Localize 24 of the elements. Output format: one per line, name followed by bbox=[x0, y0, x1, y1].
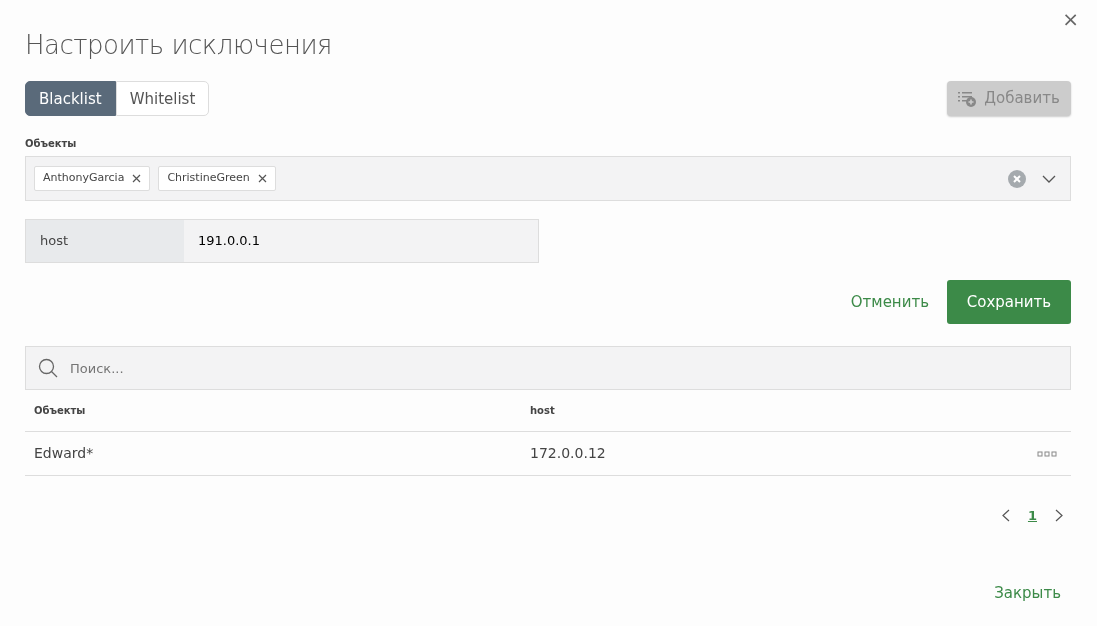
objects-select[interactable]: AnthonyGarcia ChristineGreen bbox=[25, 156, 1071, 202]
close-link[interactable]: Закрыть bbox=[988, 580, 1067, 606]
close-button[interactable]: × bbox=[1056, 8, 1085, 30]
cancel-link[interactable]: Отменить bbox=[844, 289, 935, 315]
tab[interactable]: Blacklist bbox=[25, 81, 116, 117]
chevron-left-icon[interactable] bbox=[1001, 509, 1010, 523]
table-cell: Edward* bbox=[34, 445, 94, 462]
search-icon bbox=[38, 358, 58, 379]
field-label: Объекты bbox=[25, 137, 78, 152]
remove-icon[interactable] bbox=[132, 174, 142, 184]
table-cell: 172.0.0.12 bbox=[530, 445, 606, 462]
search-field[interactable]: Поиск... bbox=[25, 346, 1071, 391]
tag: AnthonyGarcia bbox=[34, 166, 151, 191]
remove-icon[interactable] bbox=[257, 174, 267, 184]
chevron-down-icon[interactable] bbox=[1042, 174, 1056, 183]
list-add-icon bbox=[958, 90, 977, 107]
column-header: Объекты bbox=[34, 405, 86, 417]
tab[interactable]: Whitelist bbox=[115, 81, 210, 117]
column-header: host bbox=[530, 405, 555, 417]
save-button[interactable]: Сохранить bbox=[947, 280, 1071, 325]
page-link[interactable]: 1 bbox=[1017, 506, 1047, 526]
chevron-right-icon[interactable] bbox=[1055, 509, 1063, 523]
tag: ChristineGreen bbox=[158, 166, 276, 191]
dialog-title: Настроить исключения bbox=[25, 30, 332, 62]
